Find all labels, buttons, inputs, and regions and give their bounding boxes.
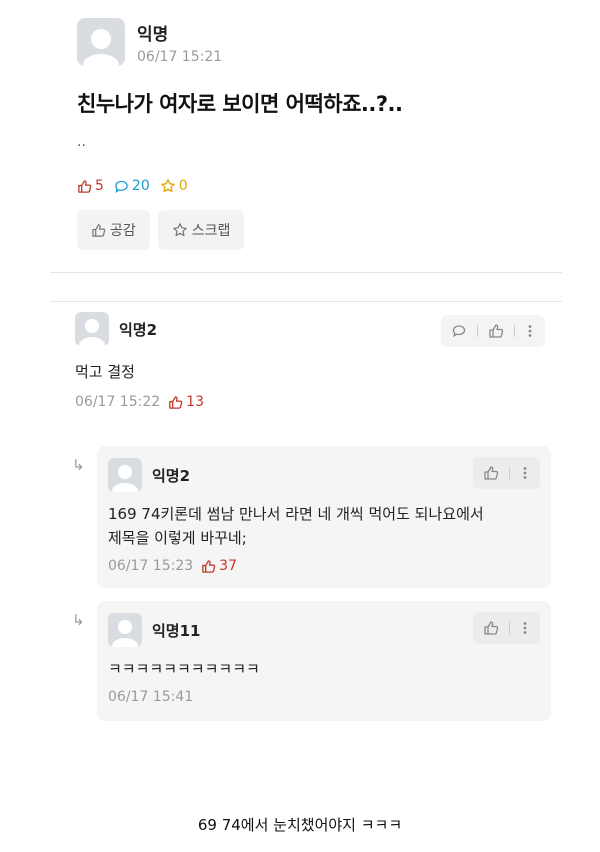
avatar[interactable]	[108, 613, 142, 647]
post-stats: 5 20 0	[77, 178, 198, 194]
reply-icon[interactable]	[451, 323, 467, 339]
more-icon[interactable]	[520, 465, 530, 481]
comment-likes: 13	[168, 394, 204, 410]
thumbs-up-icon[interactable]	[488, 323, 504, 339]
reply-arrow-icon: ↳	[72, 456, 85, 474]
thumbs-up-icon[interactable]	[483, 620, 499, 636]
more-icon[interactable]	[520, 620, 530, 636]
comment-toolbar	[441, 315, 545, 347]
post-header: 익명 06/17 15:21	[77, 18, 222, 66]
like-button[interactable]: 공감	[77, 210, 150, 250]
caption: 69 74에서 눈치챘어야지 ㅋㅋㅋ	[197, 816, 403, 834]
reply-toolbar	[473, 457, 540, 489]
thumbs-up-icon	[169, 395, 183, 409]
comment: 익명2 먹고 결정 06/17 15:22 13	[75, 312, 545, 410]
reply-author: 익명11	[152, 621, 201, 640]
avatar[interactable]	[108, 458, 142, 492]
more-icon[interactable]	[525, 323, 535, 339]
comment-icon	[115, 180, 128, 193]
like-button-label: 공감	[110, 223, 136, 239]
scrap-button-label: 스크랩	[191, 223, 231, 239]
reply-arrow-icon: ↳	[72, 611, 85, 629]
star-icon	[172, 223, 187, 237]
avatar[interactable]	[77, 18, 125, 66]
like-count: 5	[77, 178, 104, 194]
scrap-button[interactable]: 스크랩	[157, 210, 245, 250]
reply: 익명2 169 74키론데 썸남 만나서 라면 네 개씩 먹어도 되나요에서 제…	[97, 446, 551, 588]
reply-footer: 06/17 15:23 37	[108, 558, 539, 574]
comment-text: 먹고 결정	[75, 363, 135, 381]
reply-likes: 37	[201, 558, 237, 574]
thumbs-up-icon[interactable]	[483, 465, 499, 481]
reply-text: ㅋㅋㅋㅋㅋㅋㅋㅋㅋㅋㅋ	[108, 660, 260, 678]
post-body: ..	[77, 134, 86, 150]
reply-author: 익명2	[152, 466, 191, 485]
reply-time: 06/17 15:23	[108, 558, 194, 574]
post-time: 06/17 15:21	[137, 48, 223, 65]
avatar[interactable]	[75, 312, 109, 346]
post-author: 익명	[137, 24, 169, 45]
reply-text: 169 74키론데 썸남 만나서 라면 네 개씩 먹어도 되나요에서 제목을 이…	[108, 505, 484, 547]
reply: 익명11 ㅋㅋㅋㅋㅋㅋㅋㅋㅋㅋㅋ 06/17 15:41	[97, 601, 551, 721]
reply-footer: 06/17 15:41	[108, 689, 539, 705]
divider	[50, 301, 562, 302]
star-icon	[160, 179, 175, 193]
post-actions: 공감 스크랩	[77, 210, 252, 250]
comment-footer: 06/17 15:22 13	[75, 394, 545, 410]
comment-author: 익명2	[119, 320, 158, 339]
thumbs-up-icon	[92, 223, 106, 237]
thumbs-up-icon	[78, 179, 92, 193]
thumbs-up-icon	[202, 559, 216, 573]
comment-time: 06/17 15:22	[75, 394, 161, 410]
divider	[50, 272, 562, 273]
reply-time: 06/17 15:41	[108, 689, 194, 705]
scrap-count: 0	[160, 178, 188, 194]
comment-count: 20	[114, 178, 150, 194]
reply-toolbar	[473, 612, 540, 644]
post-meta: 익명 06/17 15:21	[137, 20, 222, 65]
post-title: 친누나가 여자로 보이면 어떡하죠..?..	[77, 92, 403, 116]
